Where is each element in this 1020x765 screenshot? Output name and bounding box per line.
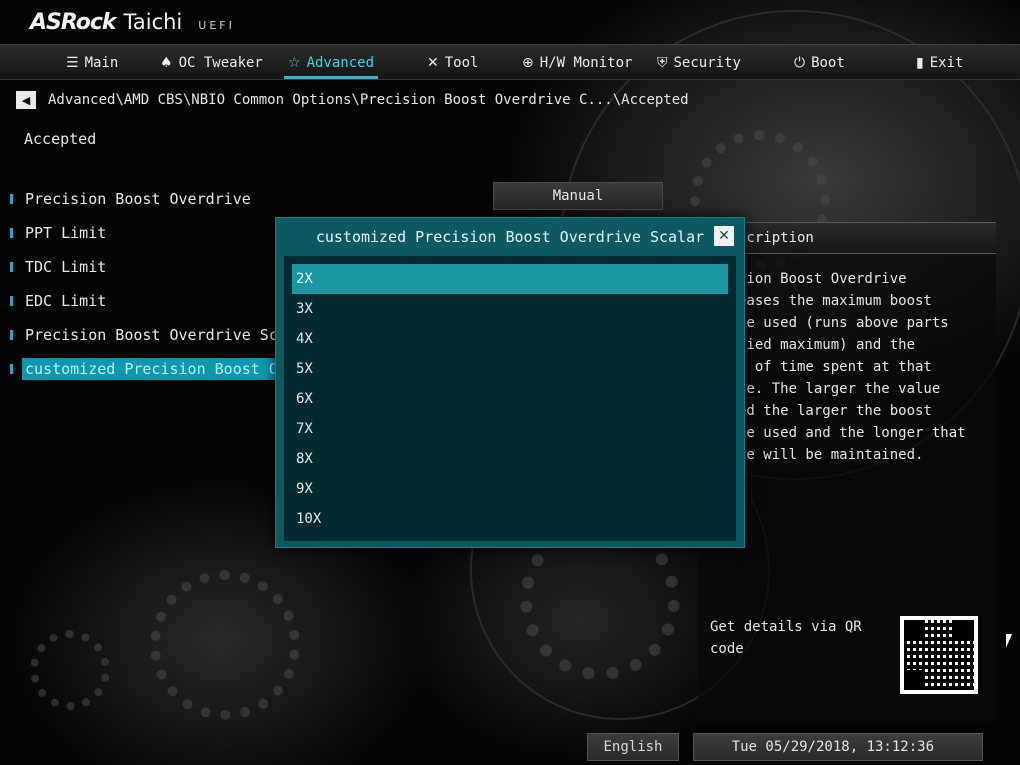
rocket-icon: ♠ [160,55,173,71]
setting-label: Precision Boost Overdrive [25,190,251,208]
close-icon: ✕ [718,228,730,244]
item-marker [10,194,13,204]
breadcrumb: ◀ Advanced\AMD CBS\NBIO Common Options\P… [16,88,689,112]
shield-icon: ⛨ [657,55,668,71]
close-button[interactable]: ✕ [714,226,734,246]
tab-label: H/W Monitor [539,55,633,71]
setting-label: Precision Boost Overdrive Scala [25,326,305,344]
tab-label: Exit [929,55,964,71]
item-marker [10,228,13,238]
option-item[interactable]: 7X [292,414,728,444]
tab-tool[interactable]: ✕ Tool [427,45,478,81]
brand-name: ASRock [30,10,117,35]
description-text: sion Boost Overdrive eases the maximum b… [738,271,966,463]
setting-precision-boost-overdrive[interactable]: Precision Boost Overdrive Manual [10,182,670,216]
setting-label: PPT Limit [25,224,107,242]
option-item[interactable]: 6X [292,384,728,414]
brand-logo: ASRock Taichi UEFI [30,10,235,40]
option-item[interactable]: 5X [292,354,728,384]
tab-label: OC Tweaker [178,55,263,71]
back-button[interactable]: ◀ [16,91,36,109]
back-arrow-icon: ◀ [21,93,31,107]
setting-value-dropdown[interactable]: Manual [493,182,663,210]
tab-hw-monitor[interactable]: ⊕ H/W Monitor [522,45,632,81]
breadcrumb-path: Advanced\AMD CBS\NBIO Common Options\Pre… [48,92,689,108]
tab-label: Main [84,55,119,71]
crosshair-icon: ⊕ [522,55,534,71]
tab-main[interactable]: ☰ Main [66,45,118,81]
firmware-label: UEFI [198,19,235,32]
option-item[interactable]: 3X [292,294,728,324]
tools-icon: ✕ [427,55,439,71]
option-item[interactable]: 8X [292,444,728,474]
qr-code-pattern [904,620,974,690]
popup-title: customized Precision Boost Overdrive Sca… [315,228,705,246]
setting-label: EDC Limit [25,292,107,310]
tab-label: Tool [444,55,479,71]
item-marker [10,364,13,374]
item-marker [10,330,13,340]
exit-door-icon: ▮ [916,55,924,71]
qr-code [900,616,978,694]
mouse-cursor-icon [1006,634,1012,648]
tab-label: Advanced [306,55,374,71]
tab-oc-tweaker[interactable]: ♠ OC Tweaker [160,45,263,81]
star-icon: ☆ [288,55,301,71]
date-time-display: Tue 05/29/2018, 13:12:36 [693,733,983,761]
tab-label: Boot [811,55,845,71]
option-popup: customized Precision Boost Overdrive Sca… [275,217,745,548]
item-marker [10,296,13,306]
option-item[interactable]: 9X [292,474,728,504]
power-icon: ⏻ [794,55,806,71]
gear-icon [30,630,110,710]
option-item[interactable]: 4X [292,324,728,354]
gear-icon [150,570,300,720]
option-item[interactable]: 10X [292,504,728,534]
item-marker [10,262,13,272]
qr-caption: Get details via QR code [710,619,862,657]
main-menu-bar: ☰ Main ♠ OC Tweaker ☆ Advanced ✕ Tool ⊕ … [0,44,1020,80]
board-model: Taichi [123,10,183,34]
tab-boot[interactable]: ⏻ Boot [794,45,845,81]
setting-label: customized Precision Boost Over [22,358,308,380]
option-list: 2X 3X 4X 5X 6X 7X 8X 9X 10X [284,256,736,541]
tab-label: Security [673,55,741,71]
option-item[interactable]: 2X [292,264,728,294]
tab-exit[interactable]: ▮ Exit [916,45,963,81]
tab-security[interactable]: ⛨ Security [657,45,741,81]
setting-label: TDC Limit [25,258,107,276]
language-button[interactable]: English [587,733,679,761]
list-icon: ☰ [66,55,79,71]
tab-advanced[interactable]: ☆ Advanced [284,45,378,81]
page-title: Accepted [24,130,97,148]
